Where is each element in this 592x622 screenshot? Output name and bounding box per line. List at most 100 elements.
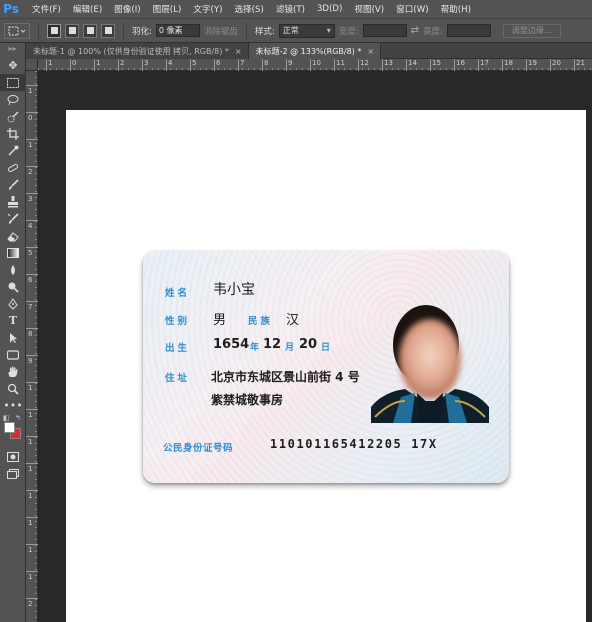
ruler-major-tick xyxy=(26,571,38,572)
pen-tool-icon[interactable] xyxy=(0,295,26,312)
intersect-selection-button[interactable] xyxy=(101,23,115,38)
ruler-label: 7 xyxy=(240,59,245,67)
ruler-label: 18 xyxy=(504,59,513,67)
menu-layer[interactable]: 图层(L) xyxy=(147,3,188,15)
move-tool-icon[interactable]: ✥ xyxy=(0,57,26,74)
menu-file[interactable]: 文件(F) xyxy=(26,3,67,15)
tab-untitled-2[interactable]: 未标题-2 @ 133%(RGB/8) * × xyxy=(248,43,382,59)
close-icon[interactable]: × xyxy=(235,47,242,56)
ruler-major-tick xyxy=(334,59,335,71)
ruler-label: 1 xyxy=(28,87,33,95)
ruler-major-tick xyxy=(310,59,311,71)
ruler-label: 8 xyxy=(264,59,269,67)
ruler-major-tick xyxy=(262,59,263,71)
feather-input[interactable]: 0 像素 xyxy=(155,24,200,37)
screen-mode-icon[interactable] xyxy=(0,465,26,482)
type-tool-icon[interactable]: T xyxy=(0,312,26,329)
options-separator xyxy=(245,22,247,39)
menu-bar: Ps 文件(F) 编辑(E) 图像(I) 图层(L) 文字(Y) 选择(S) 滤… xyxy=(0,0,592,18)
swap-colors-icon[interactable]: ↰ xyxy=(15,414,21,422)
eraser-tool-icon[interactable] xyxy=(0,227,26,244)
panel-grip-icon[interactable]: ▸▸ xyxy=(0,43,25,57)
quick-selection-tool-icon[interactable] xyxy=(0,108,26,125)
subtract-selection-button[interactable] xyxy=(83,23,97,38)
ruler-label: 6 xyxy=(28,276,33,284)
path-selection-tool-icon[interactable] xyxy=(0,329,26,346)
menu-window[interactable]: 窗口(W) xyxy=(390,3,434,15)
ruler-label: 17 xyxy=(480,59,489,67)
brush-tool-icon[interactable] xyxy=(0,176,26,193)
year-unit: 年 xyxy=(250,343,260,353)
foreground-color-swatch[interactable] xyxy=(4,422,15,433)
eyedropper-tool-icon[interactable] xyxy=(0,142,26,159)
ruler-major-tick xyxy=(286,59,287,71)
vertical-ruler[interactable]: 1 0 1 2 3 4 5 6 7 8 9 1 1 1 1 1 1 1 1 2 xyxy=(26,71,38,622)
ruler-label: 1 xyxy=(28,519,33,527)
ruler-major-tick xyxy=(142,59,143,71)
feather-label: 羽化: xyxy=(132,26,152,37)
style-select[interactable]: 正常 xyxy=(278,23,335,38)
ruler-label: 1 xyxy=(28,438,33,446)
ruler-label: 16 xyxy=(456,59,465,67)
ruler-major-tick xyxy=(70,59,71,71)
ruler-origin[interactable] xyxy=(26,59,38,71)
name-label: 姓名 xyxy=(165,288,191,299)
swap-dimensions-icon[interactable]: ⇄ xyxy=(411,25,419,36)
ruler-major-tick xyxy=(46,59,47,71)
refine-edge-button[interactable]: 调整边缘... xyxy=(502,23,561,38)
birth-day: 20 xyxy=(299,337,318,352)
dodge-tool-icon[interactable] xyxy=(0,278,26,295)
menu-select[interactable]: 选择(S) xyxy=(228,3,269,15)
horizontal-ruler[interactable]: 1 0 1 2 3 4 5 6 7 8 9 10 11 12 13 14 15 16 17 18 19 20 21 xyxy=(38,59,592,71)
history-brush-tool-icon[interactable] xyxy=(0,210,26,227)
ruler-major-tick xyxy=(502,59,503,71)
height-input[interactable] xyxy=(446,24,491,37)
hand-tool-icon[interactable] xyxy=(0,363,26,380)
more-tools-icon[interactable]: ••• xyxy=(0,397,26,414)
id-card-image: 姓名 韦小宝 性别 男 民族 汉 出生 1654 年 12 月 20 日 住址 … xyxy=(143,251,509,483)
gradient-tool-icon[interactable] xyxy=(0,244,26,261)
quick-mask-icon[interactable] xyxy=(0,448,26,465)
menu-view[interactable]: 视图(V) xyxy=(348,3,390,15)
address-line-2: 紫禁城敬事房 xyxy=(211,393,284,407)
ruler-major-tick xyxy=(406,59,407,71)
add-selection-button[interactable] xyxy=(65,23,79,38)
month-unit: 月 xyxy=(285,343,295,353)
clone-stamp-tool-icon[interactable] xyxy=(0,193,26,210)
portrait-photo xyxy=(371,289,489,423)
ruler-label: 1 xyxy=(28,465,33,473)
crop-tool-icon[interactable] xyxy=(0,125,26,142)
ruler-major-tick xyxy=(526,59,527,71)
rectangular-marquee-tool-icon[interactable] xyxy=(0,74,26,91)
close-icon[interactable]: × xyxy=(367,47,374,56)
menu-filter[interactable]: 滤镜(T) xyxy=(270,3,311,15)
ruler-label: 2 xyxy=(120,59,125,67)
new-selection-button[interactable] xyxy=(47,23,61,38)
color-swatches[interactable]: ◧ ↰ xyxy=(0,414,26,448)
width-input[interactable] xyxy=(362,24,407,37)
menu-help[interactable]: 帮助(H) xyxy=(435,3,477,15)
menu-image[interactable]: 图像(I) xyxy=(108,3,146,15)
ruler-major-tick xyxy=(238,59,239,71)
antialias-label: 消除锯齿 xyxy=(203,26,238,37)
menu-type[interactable]: 文字(Y) xyxy=(187,3,228,15)
menu-3d[interactable]: 3D(D) xyxy=(311,4,348,14)
ruler-major-tick xyxy=(190,59,191,71)
rectangle-tool-icon[interactable] xyxy=(0,346,26,363)
tools-panel: ▸▸ ✥ T ••• ◧ ↰ xyxy=(0,43,26,622)
ruler-major-tick xyxy=(26,544,38,545)
zoom-tool-icon[interactable] xyxy=(0,380,26,397)
ruler-major-tick xyxy=(26,274,38,275)
healing-brush-tool-icon[interactable] xyxy=(0,159,26,176)
tool-preset-picker[interactable] xyxy=(4,22,30,39)
default-colors-icon[interactable]: ◧ xyxy=(3,414,10,422)
address-line-1: 北京市东城区景山前街 4 号 xyxy=(211,370,360,384)
ruler-label: 19 xyxy=(528,59,537,67)
menu-edit[interactable]: 编辑(E) xyxy=(67,3,108,15)
blur-tool-icon[interactable] xyxy=(0,261,26,278)
lasso-tool-icon[interactable] xyxy=(0,91,26,108)
ruler-major-tick xyxy=(26,490,38,491)
options-separator xyxy=(38,22,39,39)
tab-untitled-1[interactable]: 未标题-1 @ 100% (仅供身份验证使用 拷贝, RGB/8) * × xyxy=(26,43,249,59)
ruler-major-tick xyxy=(430,59,431,71)
